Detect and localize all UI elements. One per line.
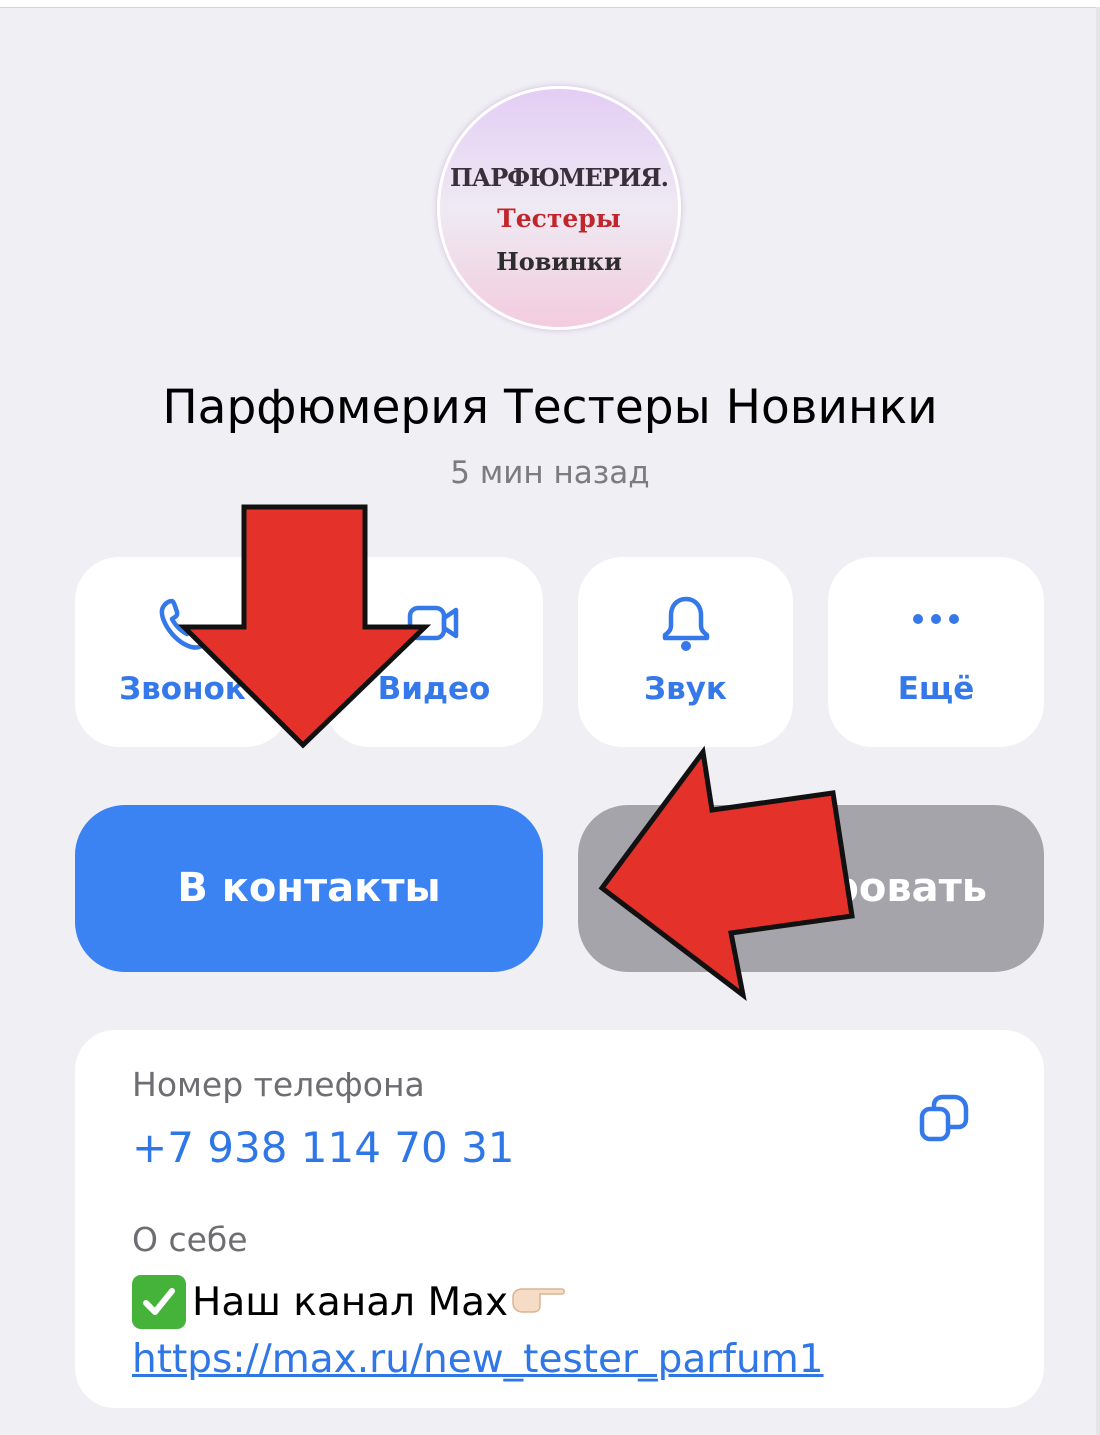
bell-icon [662,596,709,651]
about-text: Наш канал Max [132,1275,566,1329]
more-dots-icon [913,614,959,624]
avatar-text-line1: ПАРФЮМЕРИЯ. [449,163,669,192]
check-mark-icon [132,1275,186,1329]
status-bar-edge [0,0,1100,8]
phone-icon [159,598,208,650]
channel-link[interactable]: https://max.ru/new_tester_parfum1 [132,1337,824,1382]
sound-button[interactable]: Звук [578,557,793,747]
profile-name: Парфюмерия Тестеры Новинки [162,380,938,435]
about-label: О себе [132,1220,248,1259]
more-label: Ещё [897,671,975,707]
video-button[interactable]: Видео [325,557,543,747]
about-text-content: Наш канал Max [192,1279,509,1325]
block-button[interactable]: Заблокировать [578,805,1044,972]
phone-label: Номер телефона [132,1065,425,1104]
scroll-edge [1096,7,1100,1435]
phone-number[interactable]: +7 938 114 70 31 [132,1123,515,1172]
add-to-contacts-button[interactable]: В контакты [75,805,543,972]
pointing-hand-icon [510,1280,566,1325]
call-button[interactable]: Звонок [75,557,290,747]
more-button[interactable]: Ещё [828,557,1044,747]
video-camera-icon [407,605,459,641]
sound-label: Звук [644,671,727,707]
copy-icon[interactable] [918,1093,970,1145]
video-label: Видео [377,671,491,707]
avatar-text-line3: Новинки [496,247,622,276]
avatar-text-line2: Тестеры [497,204,621,233]
contact-info-card: Номер телефона +7 938 114 70 31 О себе Н… [75,1030,1044,1408]
profile-avatar[interactable]: ПАРФЮМЕРИЯ. Тестеры Новинки [437,86,681,330]
call-label: Звонок [119,671,246,707]
last-seen-status: 5 мин назад [450,455,650,491]
